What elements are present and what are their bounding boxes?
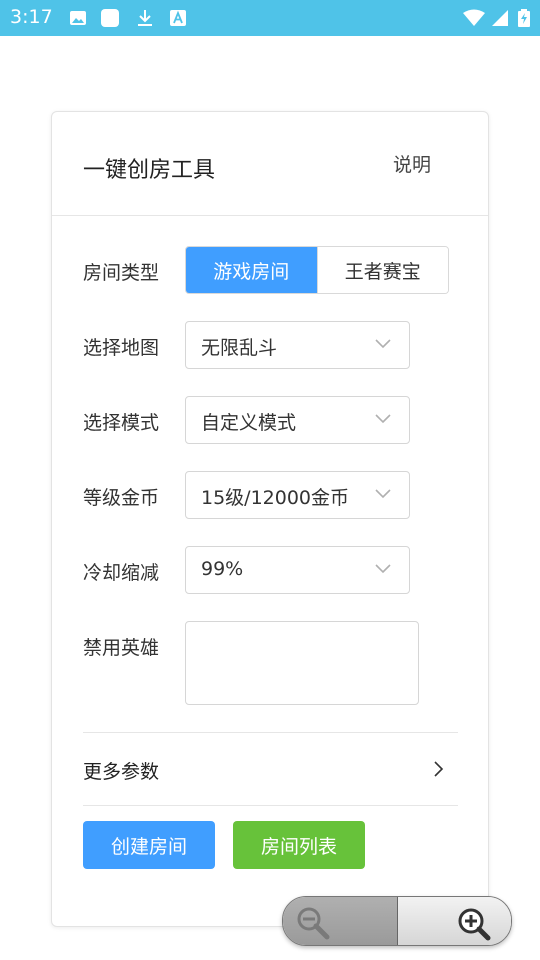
zoom-out-button[interactable] bbox=[283, 897, 397, 945]
battery-charging-icon bbox=[518, 9, 530, 27]
chevron-down-icon bbox=[375, 339, 391, 349]
map-select-value: 无限乱斗 bbox=[201, 337, 278, 359]
cooldown-label: 冷却缩减 bbox=[83, 562, 160, 584]
zoom-in-button[interactable] bbox=[396, 897, 511, 945]
divider bbox=[83, 805, 458, 806]
cellular-icon bbox=[492, 10, 508, 26]
create-room-button[interactable]: 创建房间 bbox=[83, 821, 215, 869]
chevron-right-icon bbox=[434, 761, 444, 777]
room-type-option-tournament[interactable]: 王者赛宝 bbox=[316, 247, 448, 293]
wifi-icon bbox=[463, 9, 485, 26]
banned-heroes-input[interactable] bbox=[185, 621, 419, 705]
font-icon bbox=[170, 10, 186, 26]
more-params-row[interactable]: 更多参数 bbox=[83, 733, 458, 805]
cooldown-select[interactable]: 99% bbox=[185, 546, 410, 594]
zoom-in-icon bbox=[458, 908, 491, 941]
download-icon bbox=[138, 10, 152, 26]
card-title: 一键创房工具 bbox=[83, 158, 216, 183]
map-label: 选择地图 bbox=[83, 337, 160, 359]
banned-heroes-label: 禁用英雄 bbox=[83, 637, 160, 659]
mode-select-value: 自定义模式 bbox=[201, 412, 297, 434]
cooldown-select-value: 99% bbox=[201, 558, 244, 580]
room-type-label: 房间类型 bbox=[83, 262, 160, 284]
zoom-control bbox=[282, 896, 512, 946]
app-icon bbox=[101, 9, 119, 27]
room-type-option-game[interactable]: 游戏房间 bbox=[186, 247, 317, 293]
chevron-down-icon bbox=[375, 414, 391, 424]
level-gold-select[interactable]: 15级/12000金币 bbox=[185, 471, 410, 519]
status-bar: 3:17 bbox=[0, 0, 540, 36]
level-gold-select-value: 15级/12000金币 bbox=[201, 487, 350, 509]
chevron-down-icon bbox=[375, 564, 391, 574]
image-icon bbox=[70, 11, 86, 25]
mode-select[interactable]: 自定义模式 bbox=[185, 396, 410, 444]
room-type-segmented: 游戏房间 王者赛宝 bbox=[185, 246, 449, 294]
create-room-card: 一键创房工具 说明 房间类型 游戏房间 王者赛宝 选择地图 无限乱斗 选择模式 … bbox=[51, 111, 489, 927]
header-divider bbox=[52, 215, 488, 216]
level-gold-label: 等级金币 bbox=[83, 487, 160, 509]
zoom-out-icon bbox=[297, 907, 330, 940]
mode-label: 选择模式 bbox=[83, 412, 160, 434]
more-params-label: 更多参数 bbox=[83, 761, 160, 783]
status-time: 3:17 bbox=[10, 6, 53, 28]
map-select[interactable]: 无限乱斗 bbox=[185, 321, 410, 369]
room-list-button[interactable]: 房间列表 bbox=[233, 821, 365, 869]
help-link[interactable]: 说明 bbox=[393, 150, 431, 177]
chevron-down-icon bbox=[375, 489, 391, 499]
